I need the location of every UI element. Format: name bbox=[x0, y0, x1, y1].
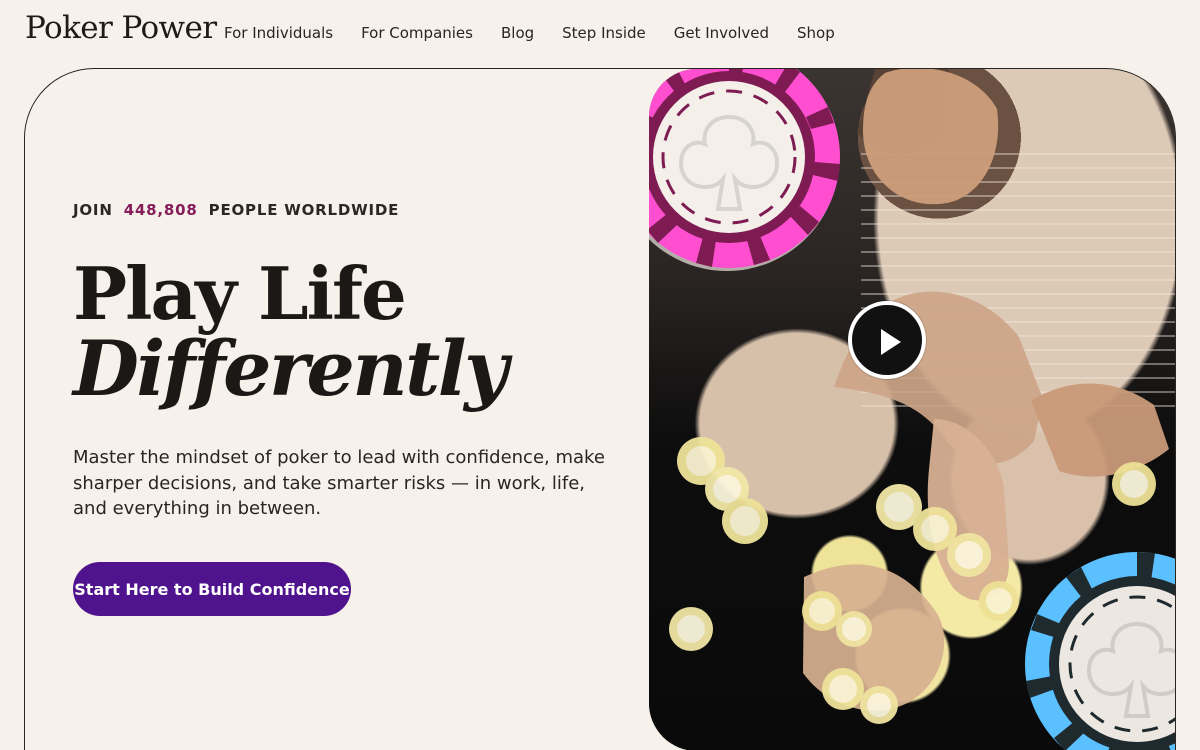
hero-video[interactable] bbox=[649, 69, 1175, 750]
poker-table-photo bbox=[649, 69, 1175, 750]
member-count: 448,808 bbox=[123, 201, 198, 219]
community-count: JOIN 448,808 PEOPLE WORLDWIDE bbox=[73, 201, 399, 219]
play-icon bbox=[881, 329, 901, 355]
hero-headline: Play Life Differently bbox=[73, 251, 508, 414]
nav-item-for-individuals[interactable]: For Individuals bbox=[224, 24, 333, 42]
main-nav: For Individuals For Companies Blog Step … bbox=[224, 24, 835, 42]
headline-line-1: Play Life bbox=[73, 251, 407, 336]
hero-description: Master the mindset of poker to lead with… bbox=[73, 447, 605, 520]
top-navigation: Poker Power For Individuals For Companie… bbox=[0, 0, 1200, 68]
start-here-button[interactable]: Start Here to Build Confidence bbox=[73, 562, 351, 616]
nav-item-blog[interactable]: Blog bbox=[501, 24, 534, 42]
hero-section: JOIN 448,808 PEOPLE WORLDWIDE Play Life … bbox=[24, 68, 1176, 750]
nav-item-for-companies[interactable]: For Companies bbox=[361, 24, 473, 42]
eyebrow-prefix: JOIN bbox=[73, 201, 113, 219]
headline-line-2: Differently bbox=[73, 324, 508, 414]
logo[interactable]: Poker Power bbox=[25, 13, 217, 44]
nav-item-shop[interactable]: Shop bbox=[797, 24, 835, 42]
nav-item-get-involved[interactable]: Get Involved bbox=[674, 24, 769, 42]
play-video-button[interactable] bbox=[848, 301, 926, 379]
nav-item-step-inside[interactable]: Step Inside bbox=[562, 24, 646, 42]
eyebrow-suffix: PEOPLE WORLDWIDE bbox=[208, 201, 400, 219]
